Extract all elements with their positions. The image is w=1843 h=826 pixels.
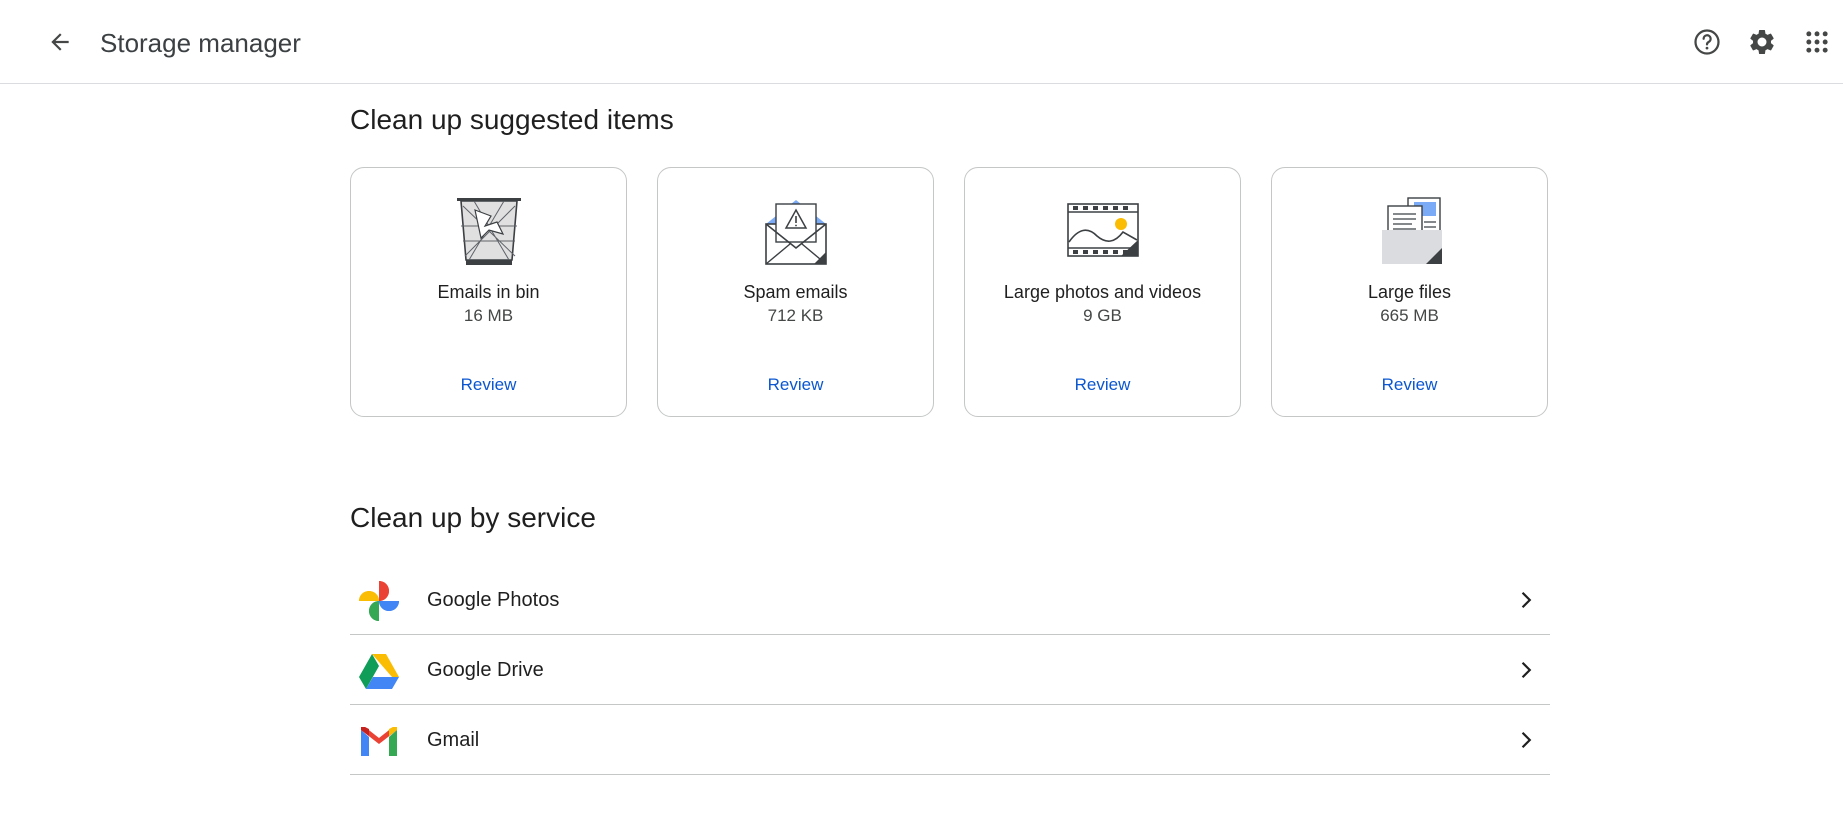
google-photos-logo	[359, 581, 399, 621]
card-size: 16 MB	[463, 306, 514, 325]
review-large-photos-videos-button[interactable]: Review	[1067, 372, 1139, 398]
top-app-bar: Storage manager	[0, 0, 1843, 84]
page-title: Storage manager	[100, 28, 301, 58]
card-large-files: Large files 665 MB Review	[1271, 167, 1548, 417]
spam-envelope-illustration	[764, 200, 827, 265]
trash-bin-illustration	[456, 198, 521, 265]
card-label: Large photos and videos	[1003, 282, 1202, 302]
suggested-items-heading: Clean up suggested items	[350, 104, 674, 135]
service-label: Google Photos	[427, 589, 560, 611]
review-spam-emails-button[interactable]: Review	[760, 372, 832, 398]
review-emails-in-bin-button[interactable]: Review	[453, 372, 525, 398]
card-size: 9 GB	[1083, 306, 1122, 325]
service-label: Gmail	[427, 729, 480, 751]
review-large-files-button[interactable]: Review	[1374, 372, 1446, 398]
back-button[interactable]	[40, 22, 80, 62]
card-emails-in-bin: Emails in bin 16 MB Review	[350, 167, 627, 417]
apps-button[interactable]	[1797, 22, 1837, 62]
service-list: Google Photos Google Drive Gmail	[350, 565, 1550, 775]
chevron-right-icon	[1521, 661, 1532, 679]
service-row-gmail[interactable]: Gmail	[350, 705, 1550, 775]
service-label: Google Drive	[427, 659, 544, 681]
card-spam-emails: Spam emails 712 KB Review	[657, 167, 934, 417]
help-button[interactable]	[1687, 22, 1727, 62]
card-label: Large files	[1367, 282, 1452, 302]
by-service-heading: Clean up by service	[350, 502, 596, 533]
service-row-google-drive[interactable]: Google Drive	[350, 635, 1550, 705]
arrow-left-icon	[51, 33, 69, 51]
settings-button[interactable]	[1742, 22, 1782, 62]
documents-illustration	[1381, 197, 1442, 264]
apps-grid-icon	[1806, 31, 1828, 53]
chevron-right-icon	[1521, 731, 1532, 749]
film-photo-illustration	[1066, 203, 1139, 257]
card-size: 665 MB	[1380, 306, 1439, 325]
help-circle-icon	[1694, 29, 1720, 55]
google-drive-logo	[359, 654, 399, 689]
card-label: Spam emails	[743, 282, 848, 302]
service-row-google-photos[interactable]: Google Photos	[350, 565, 1550, 635]
suggested-cards: Emails in bin 16 MB Review Spam emails 7…	[350, 167, 1550, 417]
card-label: Emails in bin	[437, 282, 540, 302]
card-large-photos-videos: Large photos and videos 9 GB Review	[964, 167, 1241, 417]
card-size: 712 KB	[767, 306, 824, 325]
gmail-logo	[361, 727, 397, 756]
chevron-right-icon	[1521, 591, 1532, 609]
gear-icon	[1750, 29, 1774, 54]
